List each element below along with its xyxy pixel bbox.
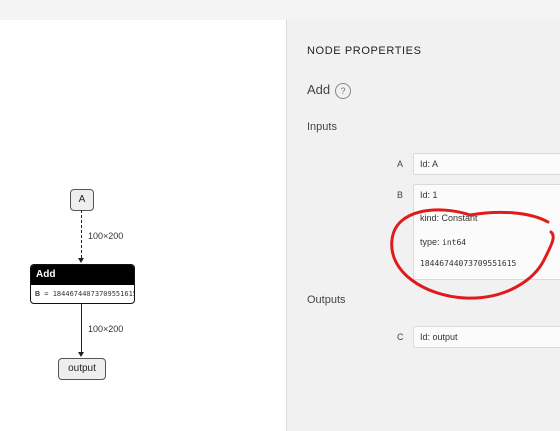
input-b-kind-label: kind: bbox=[420, 213, 442, 223]
input-b-id-label: Id: bbox=[420, 190, 433, 200]
input-b-value: 18446744073709551615 bbox=[420, 259, 517, 268]
edge-a-shape-label: 100×200 bbox=[88, 231, 124, 241]
input-b-type: type: int64 bbox=[420, 237, 466, 247]
input-b-type-label: type: bbox=[420, 237, 443, 247]
input-a-letter: A bbox=[397, 159, 404, 169]
input-a-id-value: A bbox=[432, 159, 439, 169]
edge-add-arrow bbox=[78, 352, 84, 357]
help-icon[interactable]: ? bbox=[335, 83, 351, 99]
input-a-id: Id: A bbox=[420, 159, 438, 169]
node-type-label: Add bbox=[307, 82, 331, 97]
outputs-heading: Outputs bbox=[307, 294, 346, 306]
output-c-id-label: Id: bbox=[420, 332, 433, 342]
output-c-id: Id: output bbox=[420, 332, 458, 342]
input-a-id-label: Id: bbox=[420, 159, 433, 169]
add-node-title: Add bbox=[31, 265, 134, 285]
input-b-field[interactable]: Id: 1 kind: Constant type: int64 1844674… bbox=[413, 184, 560, 280]
node-properties-panel: NODE PROPERTIES Add ? Inputs A Id: A B I… bbox=[287, 20, 560, 431]
edge-a-arrow bbox=[78, 258, 84, 263]
graph-node-add[interactable]: Add B = 18446744073709551615 bbox=[30, 264, 135, 304]
input-b-kind-value: Constant bbox=[441, 213, 478, 223]
graph-node-a[interactable]: A bbox=[70, 189, 94, 211]
add-node-attribute: B = 18446744073709551615 bbox=[31, 285, 135, 303]
edge-add-to-output bbox=[81, 304, 82, 352]
graph-canvas[interactable]: A 100×200 Add B = 18446744073709551615 1… bbox=[0, 20, 286, 431]
edge-a-to-add bbox=[81, 210, 82, 258]
graph-node-output[interactable]: output bbox=[58, 358, 106, 380]
output-c-field[interactable]: Id: output bbox=[413, 326, 560, 348]
add-node-attr-value: = 18446744073709551615 bbox=[40, 290, 135, 298]
input-b-id-value: 1 bbox=[432, 190, 438, 200]
panel-title: NODE PROPERTIES bbox=[307, 45, 422, 57]
input-a-field[interactable]: Id: A bbox=[413, 153, 560, 175]
input-b-type-value: int64 bbox=[442, 238, 467, 247]
input-b-letter: B bbox=[397, 190, 404, 200]
inputs-heading: Inputs bbox=[307, 121, 337, 133]
input-b-id: Id: 1 bbox=[420, 190, 438, 200]
input-b-kind: kind: Constant bbox=[420, 213, 478, 223]
output-c-id-value: output bbox=[432, 332, 458, 342]
output-c-letter: C bbox=[397, 332, 404, 342]
top-bar bbox=[0, 0, 560, 20]
edge-add-shape-label: 100×200 bbox=[88, 324, 124, 334]
